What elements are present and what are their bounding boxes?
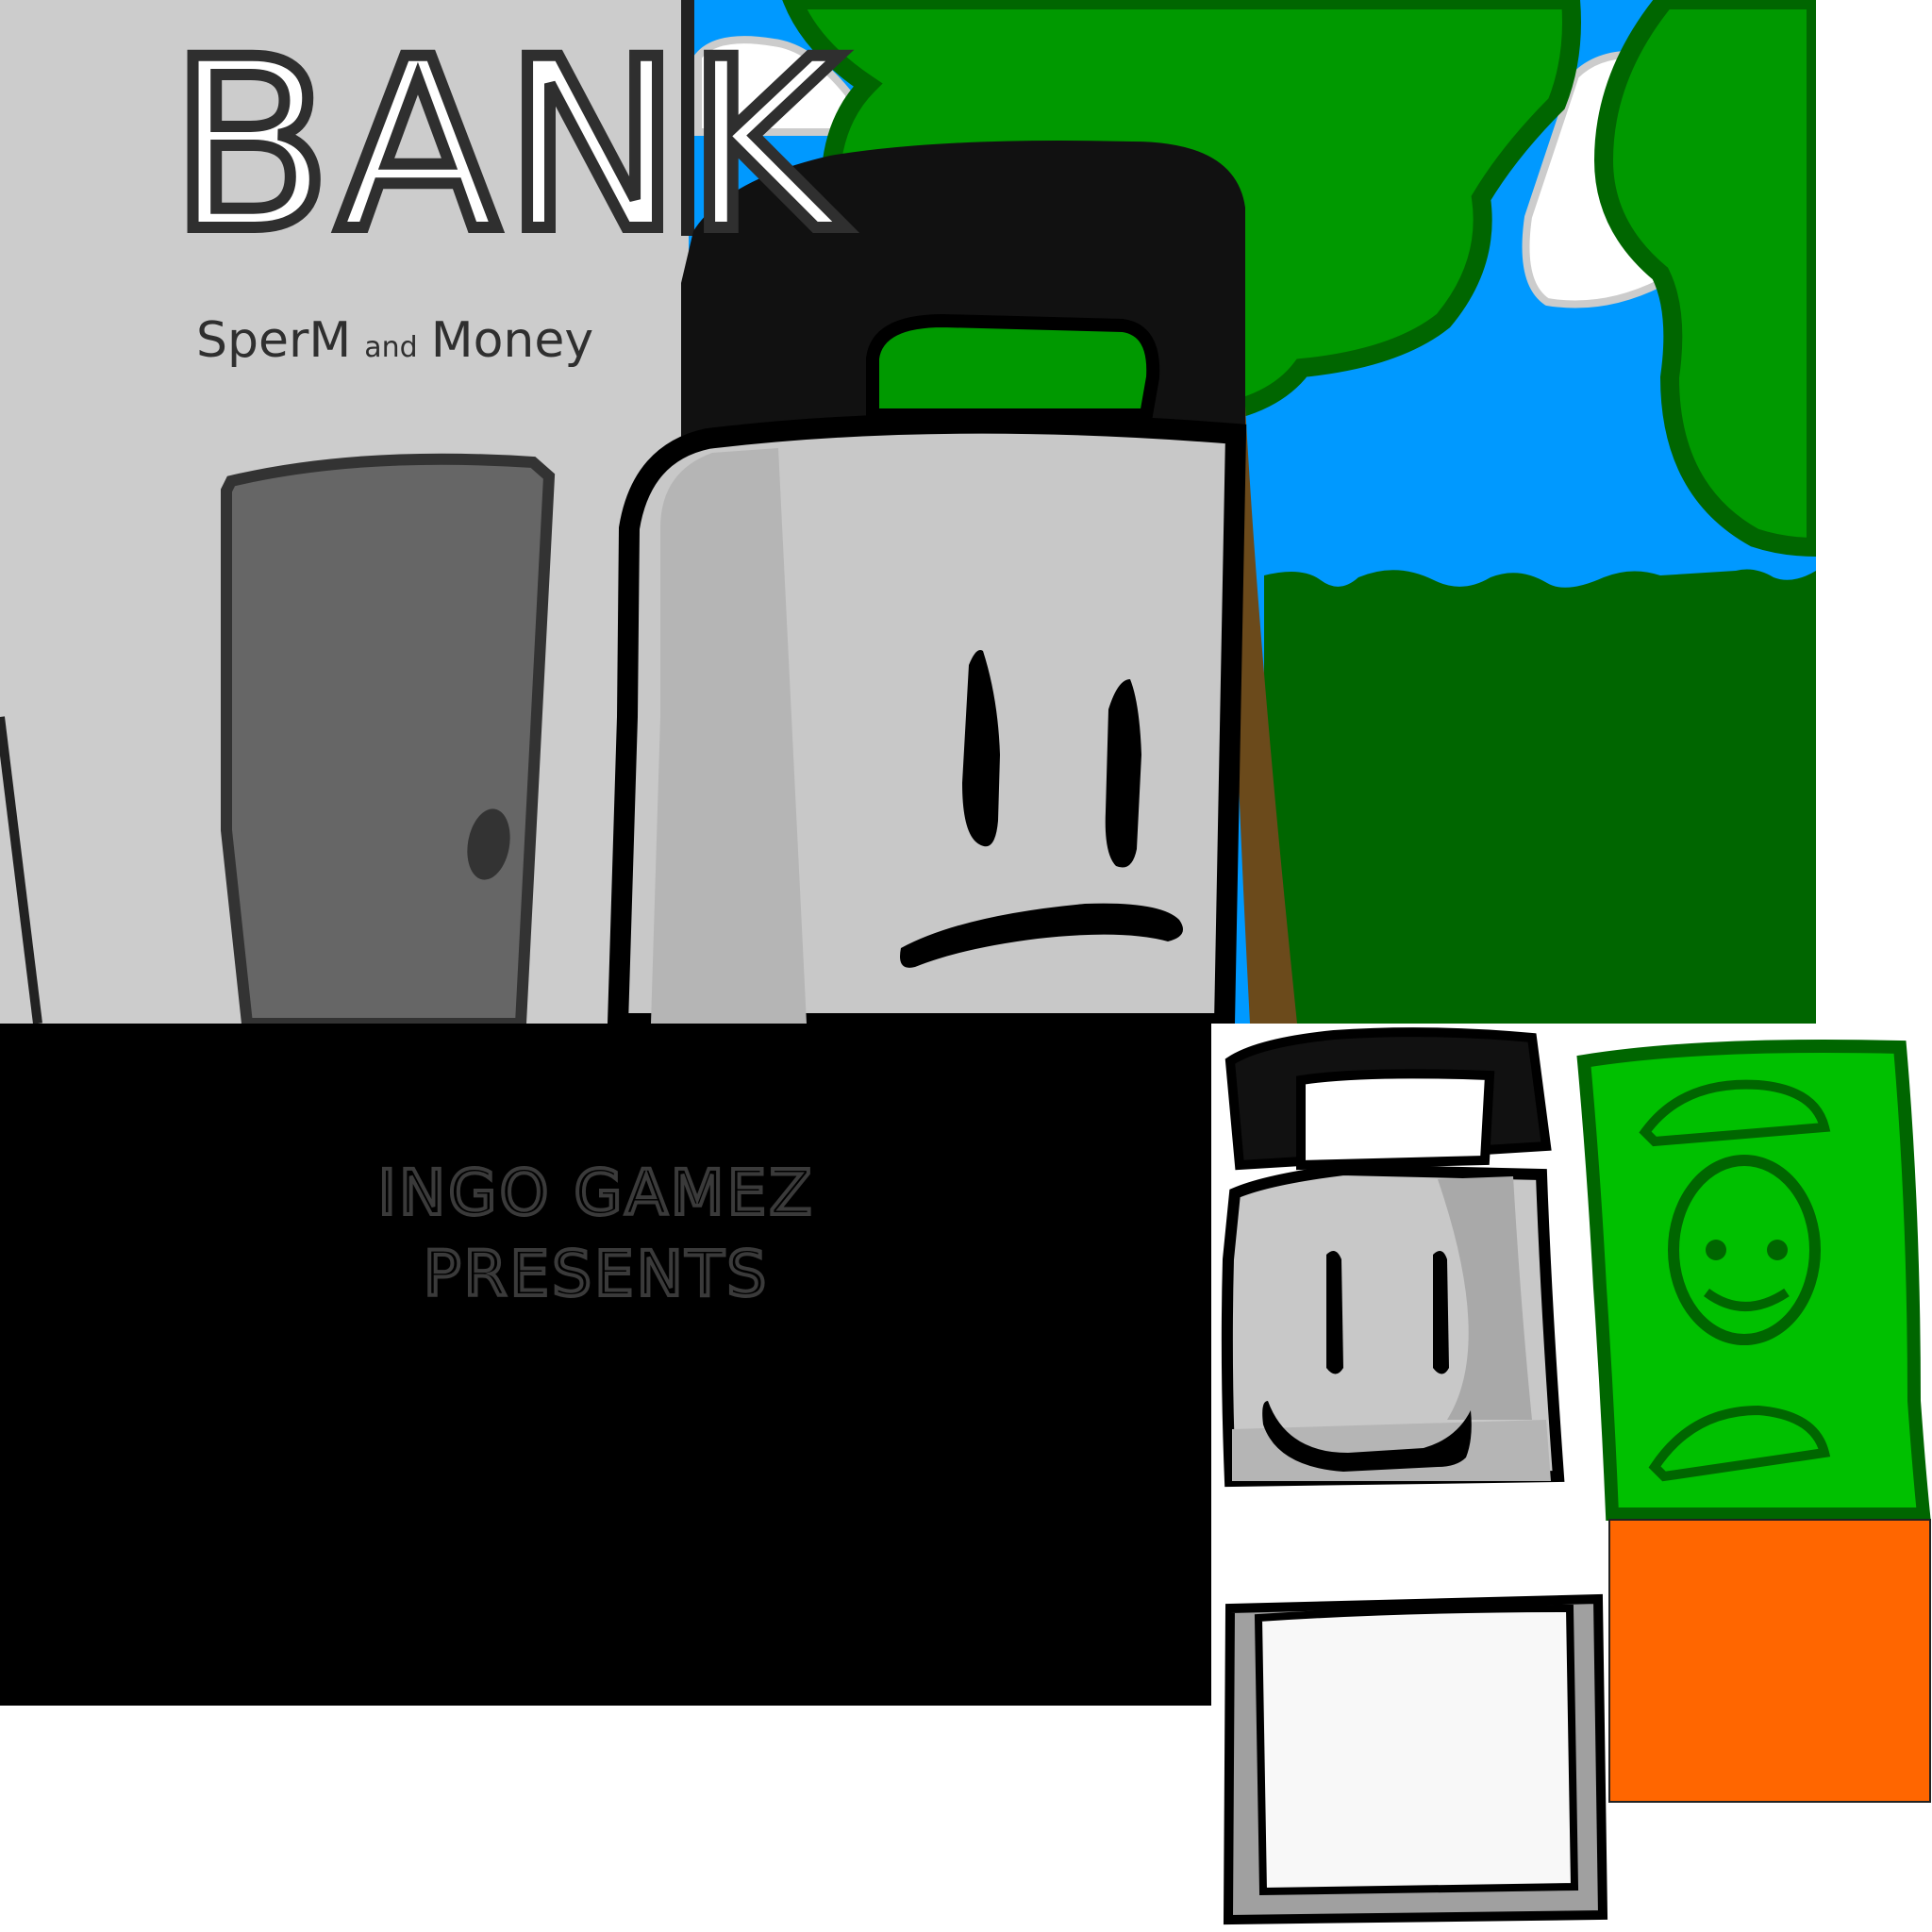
sprite-eye-right: [1433, 1251, 1449, 1374]
blank-card-face: [1254, 1604, 1579, 1896]
money-bill-icon[interactable]: [1576, 1040, 1931, 1521]
handle-gap: [866, 313, 1160, 422]
bank-subtitle-word-1: SperM: [196, 312, 352, 369]
bill-eye-left: [1706, 1240, 1726, 1260]
ground-foliage: [1264, 569, 1816, 1024]
bank-sign-subtitle: SperM and Money: [196, 316, 593, 365]
bank-subtitle-and: and: [364, 331, 418, 364]
bill-eye-right: [1767, 1240, 1788, 1260]
intro-screen: INGO GAMEZ PRESENTS: [0, 1024, 1211, 1706]
sprite-eye-left: [1326, 1251, 1343, 1374]
sprite-handle-gap: [1296, 1069, 1495, 1171]
bank-subtitle-word-2: Money: [430, 312, 594, 369]
bank-sign-title: BANK: [164, 8, 847, 283]
bank-door-icon[interactable]: [221, 453, 556, 1024]
intro-studio-name: INGO GAMEZ: [375, 1157, 815, 1229]
character-eye-right: [1105, 679, 1141, 868]
game-scene: BANK SperM and Money: [0, 0, 1816, 1024]
intro-presents: PRESENTS: [422, 1238, 770, 1310]
orange-tile: [1608, 1519, 1931, 1803]
sprite-sheet: [1211, 1024, 1932, 1932]
